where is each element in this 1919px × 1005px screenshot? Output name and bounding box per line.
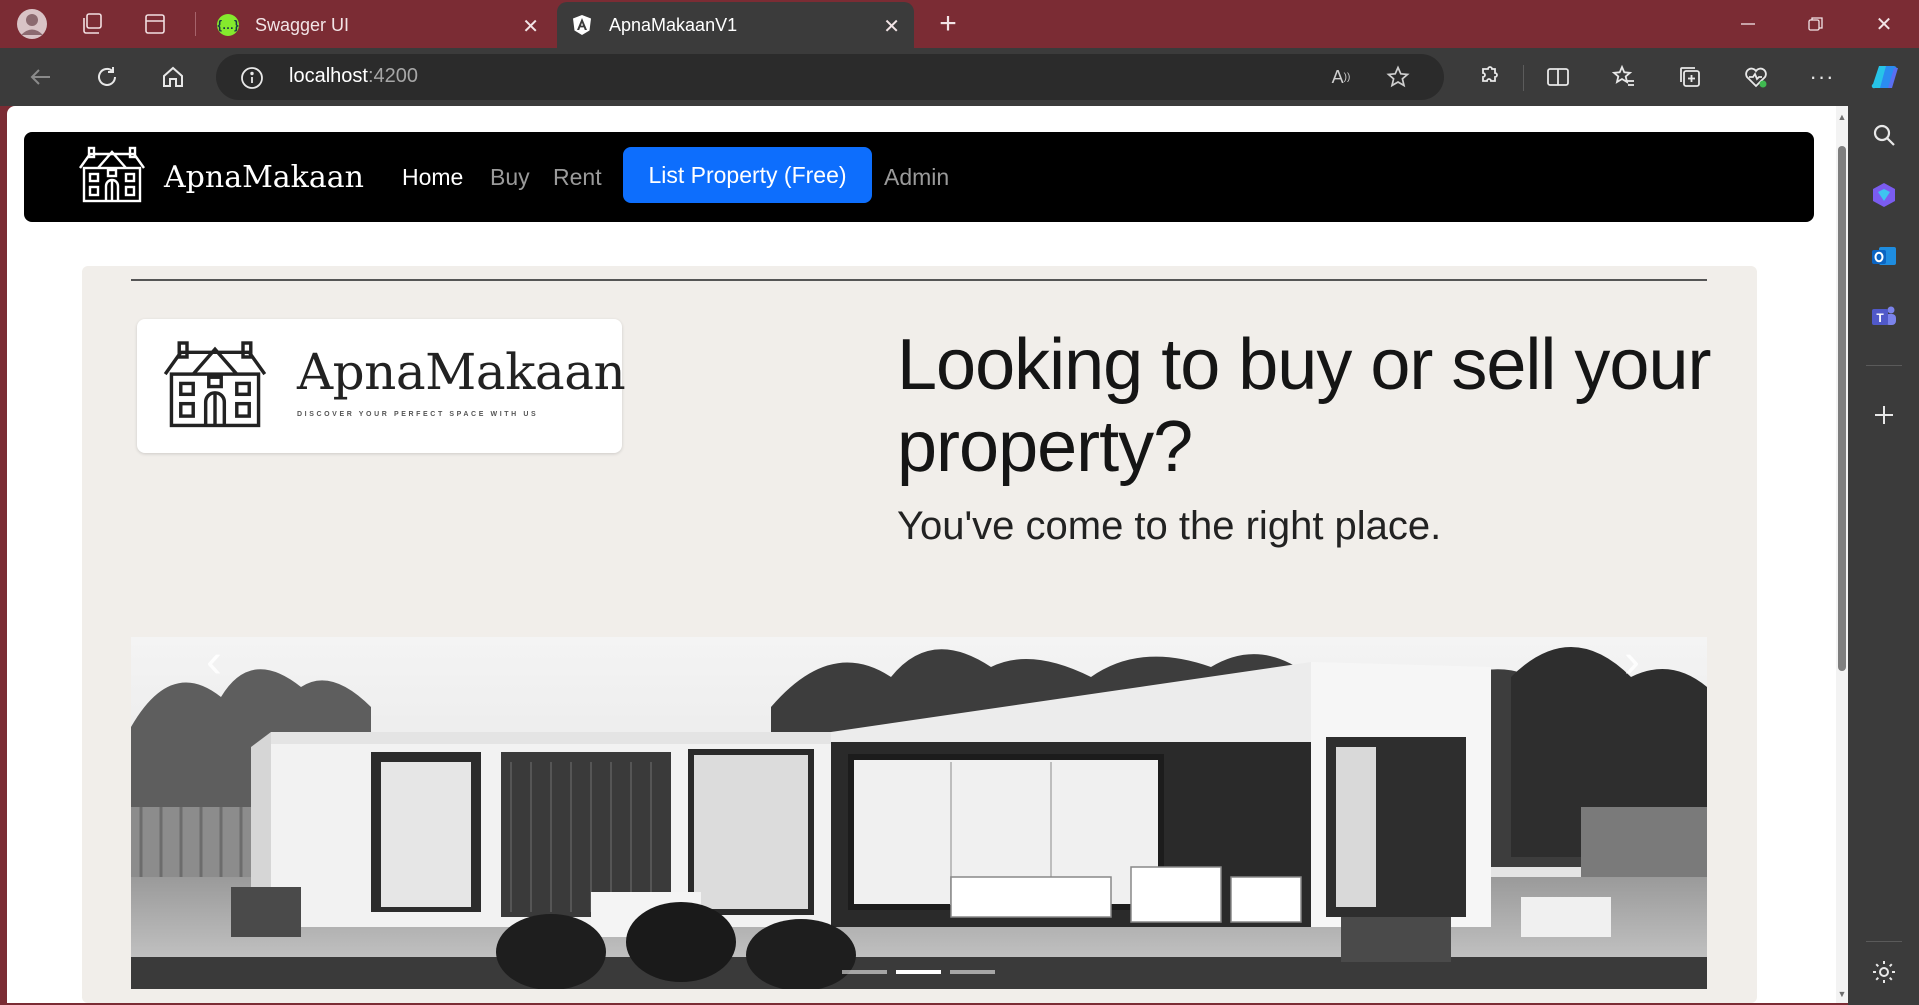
tab-title: Swagger UI	[255, 14, 350, 35]
back-icon[interactable]	[22, 58, 60, 96]
refresh-icon[interactable]	[88, 58, 126, 96]
nav-link-buy[interactable]: Buy	[490, 164, 530, 191]
close-tab-icon[interactable]: ✕	[883, 14, 900, 39]
copilot-sidebar-icon[interactable]	[1865, 176, 1903, 214]
scroll-up-icon[interactable]: ▲	[1837, 112, 1847, 122]
tab-swagger-ui[interactable]: {…} Swagger UI ✕	[203, 2, 553, 48]
minimize-icon[interactable]	[1730, 6, 1766, 42]
carousel-prev-icon[interactable]: ‹	[194, 635, 234, 688]
title-bar: {…} Swagger UI ✕ ApnaMakaanV1 ✕ + ✕	[0, 0, 1919, 48]
extensions-icon[interactable]	[1470, 58, 1508, 96]
favorites-icon[interactable]	[1605, 58, 1643, 96]
close-window-icon[interactable]: ✕	[1866, 6, 1902, 42]
hero-heading: Looking to buy or sell your property?	[897, 325, 1711, 487]
site-info-icon[interactable]	[240, 66, 264, 95]
copilot-icon[interactable]	[1866, 58, 1904, 96]
vertical-tabs-icon[interactable]	[137, 6, 173, 42]
brand[interactable]: ApnaMakaan	[76, 146, 364, 209]
browser-essentials-icon[interactable]	[1737, 58, 1775, 96]
site-navbar: ApnaMakaan Home Buy Rent List Property (…	[24, 132, 1814, 222]
carousel-next-icon[interactable]: ›	[1612, 635, 1652, 688]
workspaces-icon[interactable]	[74, 6, 110, 42]
svg-text:T: T	[1876, 311, 1884, 325]
carousel-indicator[interactable]	[842, 970, 887, 974]
hero-carousel: ApnaMakaan DISCOVER YOUR PERFECT SPACE W…	[82, 266, 1757, 1003]
carousel-indicators	[842, 970, 995, 974]
favorite-star-icon[interactable]	[1383, 62, 1413, 92]
sidebar-divider	[1866, 365, 1902, 366]
toolbar-divider	[1523, 65, 1524, 91]
close-tab-icon[interactable]: ✕	[522, 14, 539, 39]
carousel-indicator[interactable]	[950, 970, 995, 974]
more-options-icon[interactable]: ···	[1803, 58, 1841, 96]
split-screen-icon[interactable]	[1539, 58, 1577, 96]
tab-title: ApnaMakaanV1	[609, 14, 738, 35]
address-bar[interactable]: localhost:4200 A))	[216, 54, 1444, 100]
settings-gear-icon[interactable]	[1865, 953, 1903, 991]
swagger-icon: {…}	[217, 14, 239, 36]
read-aloud-icon[interactable]: A))	[1326, 62, 1356, 92]
nav-link-admin[interactable]: Admin	[884, 164, 949, 191]
carousel-indicator[interactable]	[896, 970, 941, 974]
tab-divider	[195, 12, 196, 36]
collections-icon[interactable]	[1671, 58, 1709, 96]
nav-link-rent[interactable]: Rent	[553, 164, 602, 191]
page-scrollbar[interactable]: ▲ ▼	[1836, 106, 1848, 1003]
house-logo-icon	[159, 339, 271, 436]
hero-divider	[131, 279, 1707, 281]
page-viewport: ApnaMakaan Home Buy Rent List Property (…	[7, 106, 1845, 1003]
hero-logo-title: ApnaMakaan	[297, 343, 626, 401]
hero-subheading: You've come to the right place.	[897, 504, 1442, 548]
brand-name: ApnaMakaan	[164, 160, 364, 195]
house-photo	[131, 637, 1707, 989]
new-tab-icon[interactable]: +	[930, 6, 966, 42]
outlook-icon[interactable]	[1865, 237, 1903, 275]
hero-logo-card: ApnaMakaan DISCOVER YOUR PERFECT SPACE W…	[137, 319, 626, 453]
edge-sidebar: T	[1848, 106, 1919, 1005]
profile-avatar-icon[interactable]	[14, 6, 50, 42]
scroll-down-icon[interactable]: ▼	[1837, 989, 1847, 999]
add-sidebar-app-icon[interactable]	[1865, 396, 1903, 434]
scrollbar-thumb[interactable]	[1838, 146, 1846, 671]
nav-link-home[interactable]: Home	[402, 164, 463, 191]
browser-toolbar: localhost:4200 A)) ···	[0, 48, 1919, 106]
hero-logo-tagline: DISCOVER YOUR PERFECT SPACE WITH US	[297, 411, 539, 418]
sidebar-divider	[1866, 941, 1902, 942]
home-icon[interactable]	[154, 58, 192, 96]
url-text: localhost:4200	[289, 65, 418, 87]
tab-apnamakaan[interactable]: ApnaMakaanV1 ✕	[557, 2, 914, 48]
house-logo-icon	[76, 146, 148, 209]
angular-icon	[571, 14, 593, 36]
list-property-button[interactable]: List Property (Free)	[623, 147, 872, 203]
restore-icon[interactable]	[1798, 6, 1834, 42]
teams-icon[interactable]: T	[1865, 297, 1903, 335]
search-icon[interactable]	[1865, 116, 1903, 154]
